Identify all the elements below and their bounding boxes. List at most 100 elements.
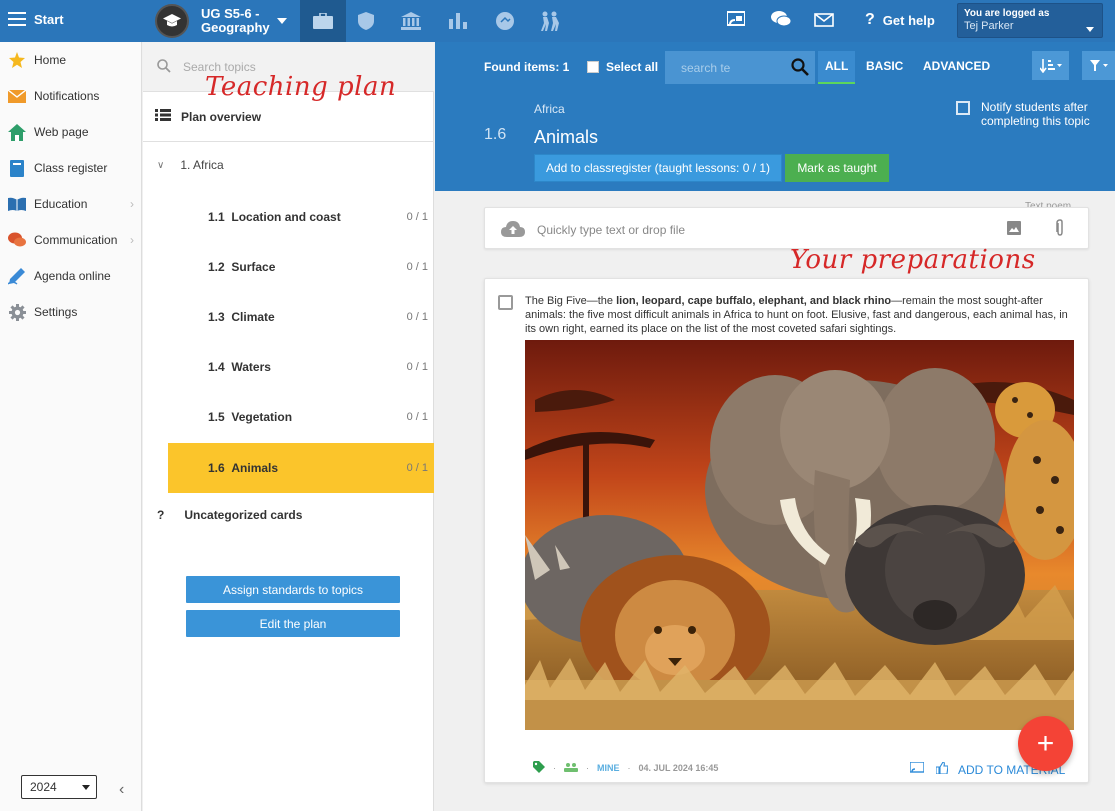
chat-bubbles-icon[interactable]	[771, 10, 792, 31]
chevron-right-icon: ›	[130, 197, 134, 211]
nav-item-settings[interactable]: Settings	[0, 294, 142, 330]
nav-item-class-register[interactable]: Class register	[0, 150, 142, 186]
cast-icon[interactable]	[909, 761, 925, 777]
main-content: Found items: 1 Select all search te ALL …	[435, 42, 1115, 811]
select-all-checkbox[interactable]: Select all	[587, 60, 658, 74]
card-text: The Big Five—the lion, leopard, cape buf…	[525, 295, 1068, 335]
course-selector[interactable]: UG S5-6 - Geography	[155, 4, 287, 38]
bar-chart-icon[interactable]	[440, 0, 476, 42]
user-caption: You are logged as	[964, 8, 1050, 19]
user-menu[interactable]: You are logged as Tej Parker	[957, 3, 1103, 38]
user-name: Tej Parker	[964, 20, 1014, 32]
nav-item-communication[interactable]: Communication ›	[0, 222, 142, 258]
nav-item-education[interactable]: Education ›	[0, 186, 142, 222]
topic-item[interactable]: 1.1 Location and coast 0 / 1	[168, 192, 434, 242]
card-date: 04. JUL 2024 16:45	[638, 763, 719, 773]
page-title: Animals	[534, 127, 599, 147]
year-select[interactable]: 2024	[21, 775, 97, 799]
collapse-sidebar-button[interactable]: ‹	[119, 781, 124, 799]
assign-standards-button[interactable]: Assign standards to topics	[186, 576, 400, 603]
house-icon	[8, 123, 26, 141]
quick-input-placeholder: Quickly type text or drop file	[537, 223, 686, 237]
group-icon[interactable]	[564, 762, 578, 774]
globe-icon[interactable]	[487, 0, 523, 42]
help-link[interactable]: ? Get help	[865, 11, 935, 29]
card-checkbox[interactable]	[498, 295, 513, 310]
institution-icon[interactable]	[393, 0, 429, 42]
plan-overview-link[interactable]: Plan overview	[143, 92, 434, 142]
menu-icon[interactable]	[8, 12, 26, 26]
topic-item[interactable]: 1.5 Vegetation 0 / 1	[168, 392, 434, 442]
chapter-item[interactable]: ∨ 1. Africa	[143, 142, 434, 188]
left-nav: Home Notifications Web page Class regist…	[0, 42, 142, 811]
chevron-down-icon	[82, 785, 90, 790]
topic-count: 0 / 1	[406, 311, 428, 323]
checkbox[interactable]	[587, 61, 599, 73]
notify-students-checkbox[interactable]: Notify students after completing this to…	[956, 100, 1093, 128]
chevron-down-icon: ∨	[157, 159, 165, 171]
open-book-icon	[8, 195, 26, 213]
topic-header: Found items: 1 Select all search te ALL …	[435, 42, 1115, 191]
mail-icon[interactable]	[814, 13, 834, 30]
shield-icon[interactable]	[348, 0, 384, 42]
quick-input[interactable]: Quickly type text or drop file	[484, 207, 1089, 249]
search-icon[interactable]	[791, 58, 809, 79]
material-card[interactable]: The Big Five—the lion, leopard, cape buf…	[484, 278, 1089, 783]
topic-item[interactable]: 1.2 Surface 0 / 1	[168, 242, 434, 292]
pen-icon	[8, 267, 26, 285]
start-link[interactable]: Start	[34, 12, 64, 27]
sort-icon	[1039, 58, 1062, 73]
topic-count: 0 / 1	[406, 462, 428, 474]
sort-button[interactable]	[1032, 51, 1069, 80]
course-name: UG S5-6 - Geography	[201, 6, 270, 35]
checkbox[interactable]	[956, 101, 970, 115]
add-card-fab-button[interactable]: +	[1018, 716, 1073, 771]
thumbs-up-icon[interactable]	[935, 761, 949, 777]
nav-item-web-page[interactable]: Web page	[0, 114, 142, 150]
paperclip-icon[interactable]	[1055, 219, 1065, 240]
chevron-down-icon	[1086, 27, 1094, 32]
chat-icon	[8, 231, 26, 249]
filter-icon	[1089, 59, 1108, 71]
topic-item[interactable]: 1.3 Climate 0 / 1	[168, 292, 434, 342]
search-input[interactable]: search te	[665, 51, 815, 84]
top-bar: Start UG S5-6 - Geography ? Get help You…	[0, 0, 1115, 42]
big-five-animals-image	[525, 340, 1074, 730]
nav-item-home[interactable]: Home	[0, 42, 142, 78]
chevron-right-icon: ›	[130, 233, 134, 247]
chevron-down-icon	[277, 18, 287, 24]
list-icon	[155, 109, 171, 124]
topic-count: 0 / 1	[406, 411, 428, 423]
teaching-plan-panel: Search topics Teaching plan Plan overvie…	[143, 42, 434, 811]
nav-item-agenda-online[interactable]: Agenda online	[0, 258, 142, 294]
cast-screen-icon[interactable]	[726, 10, 746, 31]
question-icon: ?	[865, 11, 875, 28]
question-icon: ?	[157, 508, 165, 522]
nav-item-notifications[interactable]: Notifications	[0, 78, 142, 114]
filter-button[interactable]	[1082, 51, 1115, 80]
topic-count: 0 / 1	[406, 211, 428, 223]
tab-all[interactable]: ALL	[818, 51, 856, 84]
tag-icon[interactable]	[533, 761, 545, 775]
search-icon	[157, 59, 171, 76]
card-meta: · · MINE · 04. JUL 2024 16:45	[533, 761, 718, 775]
mark-as-taught-button[interactable]: Mark as taught	[785, 154, 889, 182]
tab-advanced[interactable]: ADVANCED	[923, 59, 990, 73]
topic-count: 0 / 1	[406, 361, 428, 373]
owner-label: MINE	[597, 763, 620, 773]
topic-count: 0 / 1	[406, 261, 428, 273]
topic-item-active[interactable]: 1.6 Animals 0 / 1	[168, 443, 434, 493]
cloud-upload-icon[interactable]	[501, 221, 525, 240]
uncategorized-cards-link[interactable]: ? Uncategorized cards	[143, 492, 434, 538]
briefcase-icon[interactable]	[300, 0, 346, 42]
found-items-count: Found items: 1	[484, 60, 570, 74]
breadcrumb[interactable]: Africa	[534, 102, 565, 116]
edit-plan-button[interactable]: Edit the plan	[186, 610, 400, 637]
image-icon[interactable]	[1007, 221, 1021, 238]
topic-item[interactable]: 1.4 Waters 0 / 1	[168, 342, 434, 392]
topic-number: 1.6	[484, 126, 507, 143]
graduation-cap-icon	[155, 4, 189, 38]
tab-basic[interactable]: BASIC	[866, 59, 903, 73]
add-to-classregister-button[interactable]: Add to classregister (taught lessons: 0 …	[534, 154, 782, 182]
students-icon[interactable]	[532, 0, 568, 42]
